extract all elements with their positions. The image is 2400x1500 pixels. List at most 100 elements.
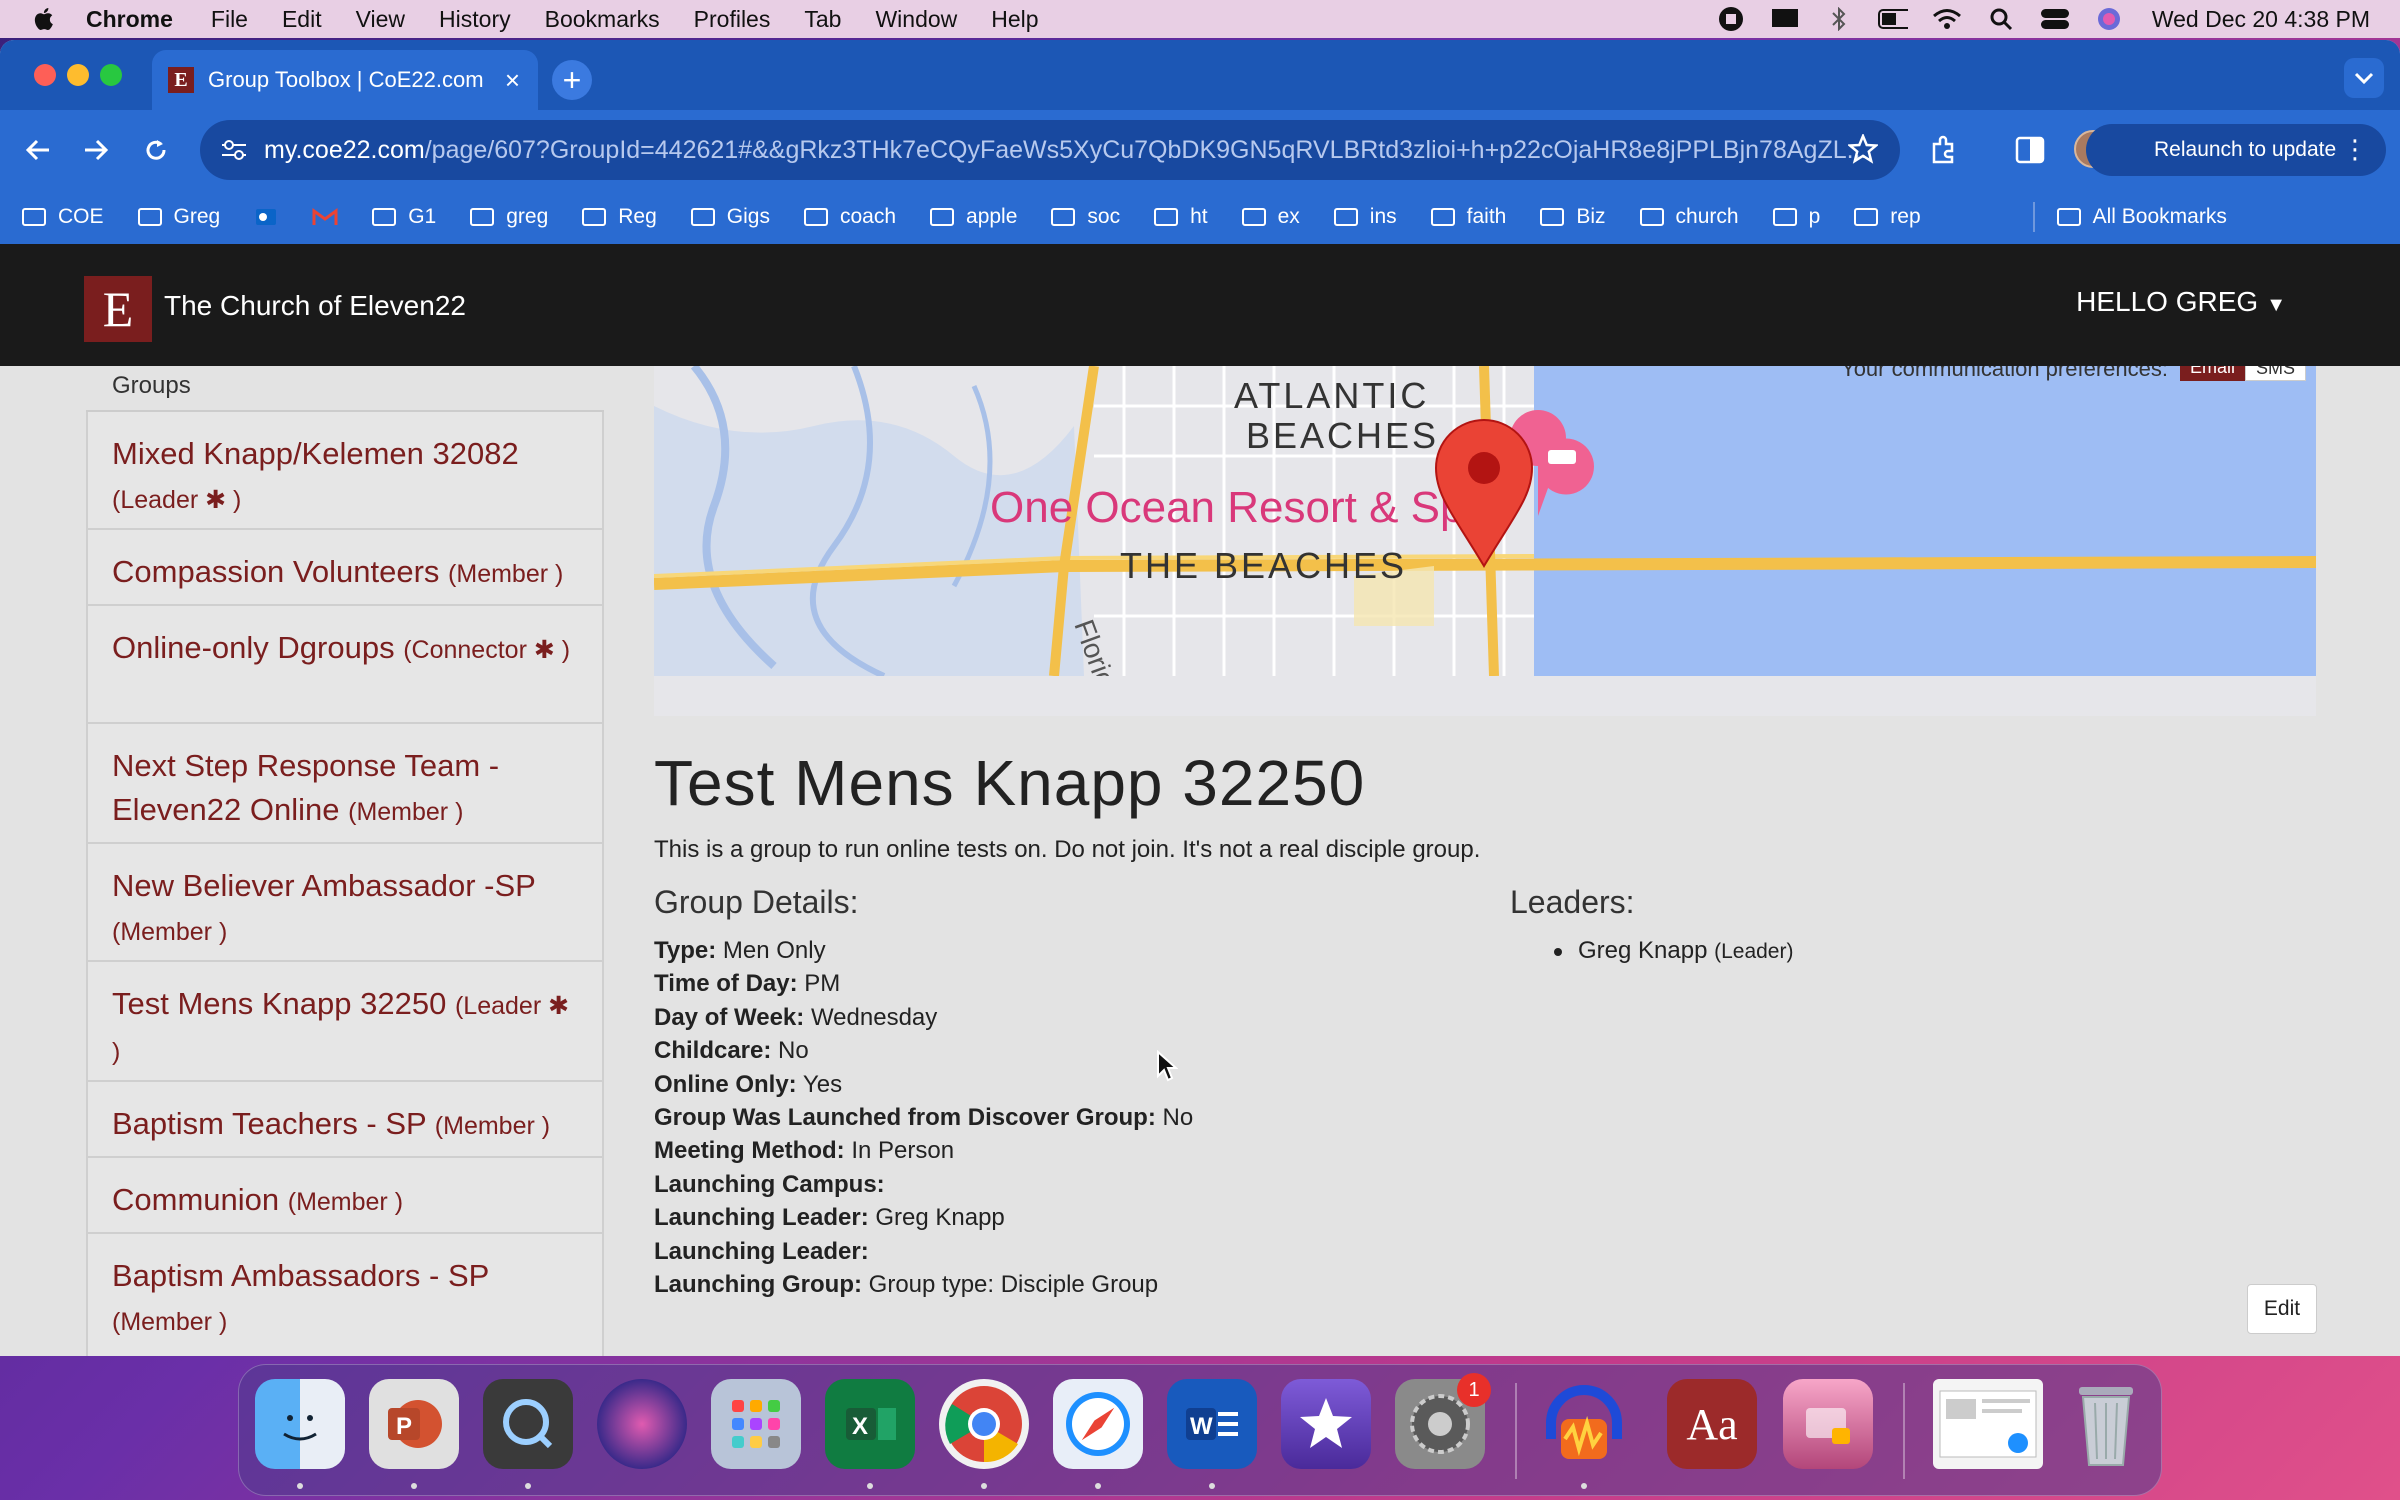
siri-icon[interactable] (597, 1379, 687, 1469)
control-center-icon[interactable] (2040, 8, 2070, 30)
bookmark-folder-ht[interactable]: ht (1154, 205, 1208, 229)
battery-icon[interactable] (1877, 8, 1908, 30)
sidebar-item-group[interactable]: Baptism Ambassadors - SP (Member ) (86, 1234, 604, 1356)
siri-menu-icon[interactable] (2094, 8, 2124, 30)
forward-button[interactable] (76, 130, 116, 170)
mouse-cursor-icon (1157, 1050, 1178, 1082)
bookmark-folder-ins[interactable]: ins (1333, 205, 1397, 229)
detail-value: PM (804, 970, 841, 998)
site-name[interactable]: The Church of Eleven22 (164, 290, 466, 322)
window-preview-icon[interactable] (1933, 1379, 2043, 1469)
folder-icon (930, 208, 955, 226)
finder-icon[interactable] (255, 1379, 345, 1469)
bookmark-folder-g1[interactable]: G1 (372, 205, 436, 229)
display-icon[interactable] (1770, 8, 1800, 30)
address-bar[interactable]: my.coe22.com /page/607?GroupId=442621#&&… (200, 120, 1900, 180)
trash-icon[interactable] (2061, 1379, 2151, 1469)
menu-help[interactable]: Help (991, 6, 1038, 33)
menubar-clock[interactable]: Wed Dec 20 4:38 PM (2152, 6, 2370, 33)
folder-icon (1241, 208, 1266, 226)
menu-history[interactable]: History (439, 6, 511, 33)
more-menu-icon[interactable]: ⋮ (2342, 134, 2368, 165)
system-settings-icon[interactable]: 1 (1395, 1373, 1491, 1469)
sidebar-item-group-active[interactable]: Test Mens Knapp 32250 (Leader ✱ ) (86, 962, 604, 1082)
menu-tab[interactable]: Tab (804, 6, 841, 33)
site-info-icon[interactable] (220, 138, 248, 162)
window-zoom-button[interactable] (100, 64, 122, 86)
page-title: Test Mens Knapp 32250 (654, 747, 1366, 819)
launchpad-icon[interactable] (711, 1379, 801, 1469)
menu-edit[interactable]: Edit (282, 6, 322, 33)
excel-icon[interactable]: X (825, 1379, 915, 1469)
spotlight-search-icon[interactable] (1986, 8, 2016, 31)
powerpoint-icon[interactable]: P (369, 1379, 459, 1469)
sidebar-item-group[interactable]: Compassion Volunteers (Member ) (86, 530, 604, 606)
bookmark-folder-rep[interactable]: rep (1854, 205, 1921, 229)
reload-button[interactable] (136, 130, 176, 170)
sidebar-item-group[interactable]: Mixed Knapp/Kelemen 32082 (Leader ✱ ) (86, 412, 604, 530)
bookmark-folder-coach[interactable]: coach (803, 205, 896, 229)
chrome-icon[interactable] (939, 1379, 1029, 1469)
menu-app-name[interactable]: Chrome (86, 6, 173, 33)
edit-button[interactable]: Edit (2247, 1284, 2317, 1334)
menu-view[interactable]: View (356, 6, 405, 33)
bluetooth-icon[interactable] (1824, 7, 1854, 31)
email-pref-button[interactable]: Email (2179, 366, 2245, 381)
site-logo[interactable]: E (84, 276, 152, 342)
window-minimize-button[interactable] (67, 64, 89, 86)
imovie-icon[interactable] (1281, 1379, 1371, 1469)
folder-icon (1540, 208, 1565, 226)
bookmark-folder-soc[interactable]: soc (1051, 205, 1120, 229)
menu-profiles[interactable]: Profiles (694, 6, 771, 33)
sidebar-item-group[interactable]: New Believer Ambassador -SP (Member ) (86, 844, 604, 962)
back-button[interactable] (18, 130, 58, 170)
bookmark-label: Greg (173, 205, 221, 228)
dictionary-icon[interactable]: Aa (1667, 1379, 1757, 1469)
sms-pref-button[interactable]: SMS (2244, 366, 2306, 381)
sidebar-item-group[interactable]: Online-only Dgroups (Connector ✱ ) (86, 606, 604, 724)
group-location-map[interactable]: ATLANTIC BEACHES One Ocean Resort & Sp T… (654, 366, 2316, 716)
relaunch-to-update-button[interactable]: Relaunch to update ⋮ (2086, 124, 2386, 176)
bookmark-folder-apple[interactable]: apple (930, 205, 1017, 229)
app-icon[interactable] (1783, 1379, 1873, 1469)
browser-tab-active[interactable]: E Group Toolbox | CoE22.com × (152, 50, 538, 110)
bookmark-folder-ex[interactable]: ex (1241, 205, 1300, 229)
group-role: (Connector ✱ ) (403, 636, 571, 664)
quicktime-icon[interactable] (483, 1379, 573, 1469)
menu-file[interactable]: File (211, 6, 248, 33)
word-icon[interactable]: W (1167, 1379, 1257, 1469)
audio-app-icon[interactable] (1539, 1379, 1629, 1469)
bookmark-outlook[interactable] (254, 205, 278, 229)
leaders-heading: Leaders: (1510, 884, 1635, 920)
user-menu-dropdown[interactable]: HELLO GREG ▼ (2076, 286, 2286, 318)
sidebar-item-group[interactable]: Communion (Member ) (86, 1158, 604, 1234)
bookmark-star-icon[interactable] (1848, 134, 1878, 164)
sidebar-item-group[interactable]: Next Step Response Team - Eleven22 Onlin… (86, 724, 604, 844)
screen-record-icon[interactable] (1716, 7, 1746, 31)
tab-search-button[interactable] (2344, 58, 2384, 98)
tab-close-icon[interactable]: × (505, 65, 520, 96)
new-tab-button[interactable]: + (552, 60, 592, 100)
sidebar-item-group[interactable]: Baptism Teachers - SP (Member ) (86, 1082, 604, 1158)
bookmark-folder-p[interactable]: p (1772, 205, 1820, 229)
bookmark-folder-biz[interactable]: Biz (1540, 205, 1606, 229)
menu-bookmarks[interactable]: Bookmarks (545, 6, 660, 33)
window-close-button[interactable] (34, 64, 56, 86)
apple-icon[interactable] (32, 6, 58, 32)
bookmark-folder-reg[interactable]: Reg (582, 205, 657, 229)
extensions-icon[interactable] (1926, 132, 1962, 168)
bookmark-folder-gigs[interactable]: Gigs (690, 205, 770, 229)
bookmark-folder-church[interactable]: church (1639, 205, 1739, 229)
bookmark-folder-coe[interactable]: COE (22, 205, 104, 229)
menu-window[interactable]: Window (875, 6, 957, 33)
all-bookmarks-button[interactable]: All Bookmarks (2056, 205, 2227, 229)
svg-text:W: W (1190, 1413, 1213, 1440)
wifi-icon[interactable] (1932, 8, 1962, 30)
bullet-icon (1554, 947, 1562, 956)
bookmark-gmail[interactable] (312, 207, 338, 227)
bookmark-folder-faith[interactable]: faith (1430, 205, 1506, 229)
bookmark-folder-greg[interactable]: Greg (137, 205, 221, 229)
safari-icon[interactable] (1053, 1379, 1143, 1469)
side-panel-icon[interactable] (2012, 132, 2048, 168)
bookmark-folder-greg2[interactable]: greg (470, 205, 548, 229)
